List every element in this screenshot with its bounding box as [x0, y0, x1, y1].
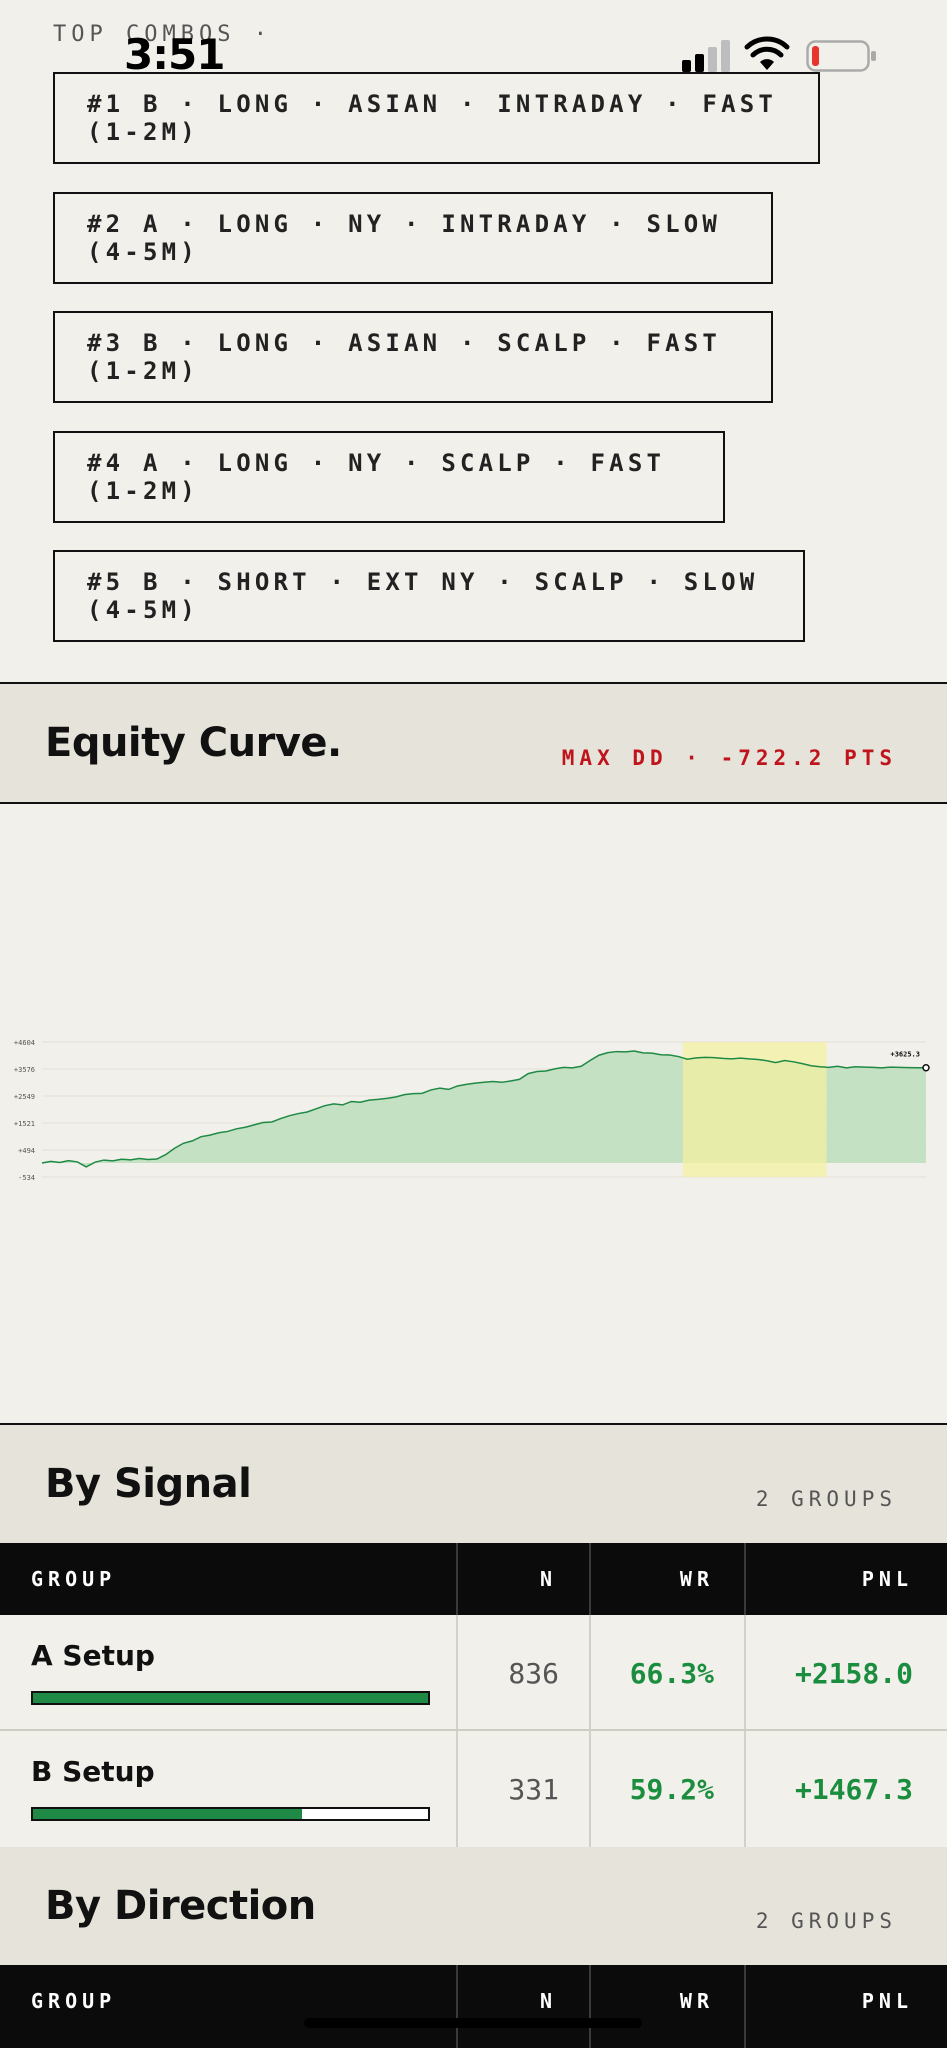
cell-divider: [744, 1731, 746, 1847]
equity-end-label: +3625.3: [890, 1051, 920, 1059]
equity-chart[interactable]: +4604 +3576 +2549 +1521 +494 -534 +3625.3: [0, 1030, 947, 1180]
group-name: A Setup: [31, 1639, 155, 1672]
cell-divider: [744, 1615, 746, 1729]
cell-divider: [589, 1615, 591, 1729]
equity-title: Equity Curve.: [45, 720, 342, 766]
share-bar: [31, 1807, 430, 1821]
section-divider: [0, 802, 947, 804]
combo-5[interactable]: #5 B · SHORT · EXT NY · SCALP · SLOW (4-…: [53, 550, 805, 642]
by-signal-group-count: 2 GROUPS: [755, 1487, 897, 1511]
cell-divider: [589, 1731, 591, 1847]
home-indicator[interactable]: [304, 2018, 642, 2028]
winrate-value: 66.3%: [629, 1656, 714, 1690]
cell-divider: [456, 1615, 458, 1729]
drawdown-highlight: [682, 1042, 827, 1177]
count-value: 331: [508, 1772, 559, 1806]
col-pnl[interactable]: PNL: [862, 1965, 913, 2037]
y-tick-label: +3576: [14, 1066, 35, 1074]
by-direction-title: By Direction: [45, 1883, 316, 1929]
equity-endpoint: [922, 1063, 930, 1072]
col-divider: [589, 1965, 591, 2048]
col-divider: [456, 1543, 458, 1615]
col-wr[interactable]: WR: [680, 1965, 714, 2037]
share-bar: [31, 1691, 430, 1705]
y-tick-label: -534: [18, 1174, 35, 1180]
col-group[interactable]: GROUP: [31, 1543, 116, 1615]
col-n[interactable]: N: [540, 1543, 557, 1615]
by-signal-header: By Signal 2 GROUPS: [0, 1425, 947, 1543]
y-tick-label: +2549: [14, 1093, 35, 1101]
by-signal-title: By Signal: [45, 1461, 252, 1507]
y-tick-label: +4604: [14, 1039, 35, 1047]
by-direction-group-count: 2 GROUPS: [755, 1909, 897, 1933]
col-divider: [744, 1543, 746, 1615]
share-bar-fill: [33, 1693, 428, 1703]
col-group[interactable]: GROUP: [31, 1965, 116, 2037]
max-drawdown-label: MAX DD · -722.2 PTS: [561, 746, 897, 770]
col-divider: [744, 1965, 746, 2048]
cell-divider: [456, 1731, 458, 1847]
y-tick-label: +494: [18, 1147, 35, 1155]
col-wr[interactable]: WR: [680, 1543, 714, 1615]
battery-icon: [806, 40, 876, 72]
winrate-value: 59.2%: [629, 1772, 714, 1806]
combo-4[interactable]: #4 A · LONG · NY · SCALP · FAST (1-2M): [53, 431, 725, 523]
combo-3[interactable]: #3 B · LONG · ASIAN · SCALP · FAST (1-2M…: [53, 311, 773, 403]
col-divider: [589, 1543, 591, 1615]
group-name: B Setup: [31, 1755, 155, 1788]
combo-1[interactable]: #1 B · LONG · ASIAN · INTRADAY · FAST (1…: [53, 72, 820, 164]
pnl-value: +1467.3: [794, 1772, 913, 1806]
col-divider: [456, 1965, 458, 2048]
combo-2[interactable]: #2 A · LONG · NY · INTRADAY · SLOW (4-5M…: [53, 192, 773, 284]
by-direction-header: By Direction 2 GROUPS: [0, 1847, 947, 1965]
by-signal-table-header: GROUP N WR PNL: [0, 1543, 947, 1615]
pnl-value: +2158.0: [794, 1656, 913, 1690]
table-row[interactable]: A Setup 836 66.3% +2158.0: [0, 1615, 947, 1731]
equity-header: Equity Curve. MAX DD · -722.2 PTS: [0, 684, 947, 802]
cellular-signal-icon: [682, 40, 730, 72]
col-pnl[interactable]: PNL: [862, 1543, 913, 1615]
count-value: 836: [508, 1656, 559, 1690]
y-tick-label: +1521: [14, 1120, 35, 1128]
by-direction-table-header: GROUP N WR PNL: [0, 1965, 947, 2048]
table-row[interactable]: B Setup 331 59.2% +1467.3: [0, 1731, 947, 1847]
share-bar-fill: [33, 1809, 302, 1819]
wifi-icon: [744, 36, 790, 70]
